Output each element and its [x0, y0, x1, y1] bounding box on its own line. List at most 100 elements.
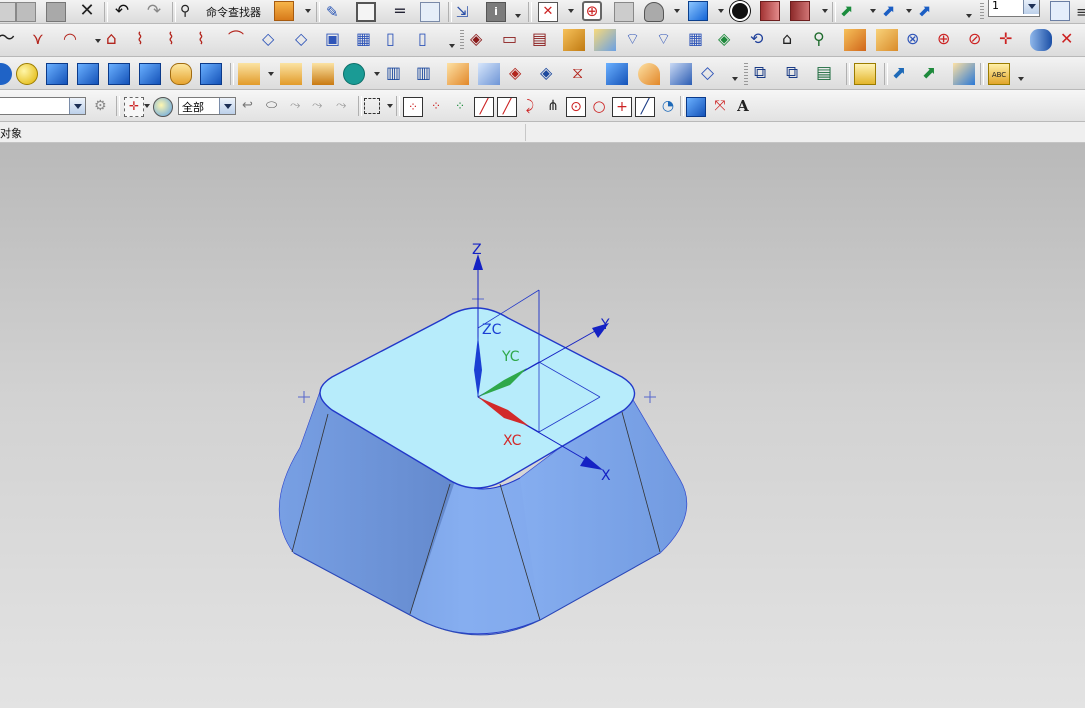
bounding-box-icon[interactable]: ⤧ — [710, 97, 730, 117]
cone-icon[interactable] — [108, 63, 130, 85]
chevron-down-icon[interactable] — [822, 9, 828, 13]
command-finder-label[interactable]: 命令查找器 — [206, 4, 261, 20]
analysis-icon[interactable]: ⬈ — [922, 63, 944, 85]
fit-icon[interactable] — [730, 1, 750, 21]
boss-icon[interactable] — [170, 63, 192, 85]
pocket-icon[interactable] — [200, 63, 222, 85]
mesh-surface-icon[interactable]: ▦ — [688, 29, 710, 51]
cut-icon[interactable] — [46, 2, 66, 22]
mirror-icon[interactable]: ▤ — [816, 63, 838, 85]
axis-icon[interactable]: ✛ — [999, 29, 1021, 51]
swept-icon[interactable] — [594, 29, 616, 51]
surface-icon[interactable]: ◈ — [470, 29, 492, 51]
mid-point-icon[interactable]: ⁘ — [450, 97, 470, 117]
spline-icon[interactable]: 〜 — [0, 29, 19, 51]
text-tool-icon[interactable]: A — [733, 96, 753, 116]
control-point-icon[interactable]: ╱ — [497, 97, 517, 117]
section-curve-icon[interactable]: ▯ — [386, 29, 408, 51]
layer-settings-icon[interactable] — [1050, 1, 1070, 21]
enlarge-icon[interactable]: ⊗ — [906, 29, 928, 51]
orient-view-icon[interactable]: ⬈ — [840, 1, 860, 21]
copy-icon[interactable] — [0, 2, 16, 22]
trim-sheet-icon[interactable]: ⟲ — [750, 29, 772, 51]
offset-surface-icon[interactable] — [844, 29, 866, 51]
command-finder-icon[interactable]: ⚲ — [180, 1, 200, 21]
color-palette-icon[interactable] — [790, 1, 810, 21]
check-geometry-icon[interactable] — [953, 63, 975, 85]
quick-pick-icon[interactable] — [686, 97, 706, 117]
chevron-down-icon[interactable] — [268, 72, 274, 76]
face-blend-icon[interactable]: ◈ — [540, 63, 562, 85]
chevron-down-icon[interactable] — [387, 104, 393, 108]
groove-icon[interactable] — [312, 63, 334, 85]
thicken-body-icon[interactable] — [670, 63, 692, 85]
ruled-icon[interactable]: ⌔ — [625, 29, 647, 51]
patch-icon[interactable]: ⊘ — [968, 29, 990, 51]
layer-combo[interactable]: 1 — [988, 0, 1040, 17]
trim-body-icon[interactable]: ⧖ — [572, 63, 594, 85]
draft-icon[interactable]: ▥ — [386, 63, 408, 85]
emboss-icon[interactable] — [280, 63, 302, 85]
edge-blend-icon[interactable] — [447, 63, 469, 85]
shell-icon[interactable]: ◈ — [509, 63, 531, 85]
chevron-down-icon[interactable] — [674, 9, 680, 13]
chevron-down-icon[interactable] — [906, 9, 912, 13]
thicken-icon[interactable] — [876, 29, 898, 51]
snap-point-icon[interactable]: ⁘ — [403, 97, 423, 117]
point-on-curve-icon[interactable]: ╱ — [635, 97, 655, 117]
existing-point-icon[interactable]: + — [612, 97, 632, 117]
bridge-curve-icon[interactable]: ⌒ — [228, 29, 250, 51]
pan-view-icon[interactable]: ⬈ — [918, 1, 938, 21]
chevron-down-icon[interactable] — [1023, 0, 1039, 14]
type-filter-combo[interactable] — [0, 97, 86, 115]
chevron-down-icon[interactable] — [732, 77, 738, 81]
studio-surface-icon[interactable] — [563, 29, 585, 51]
connected-curves-icon[interactable]: ⤳ — [312, 97, 332, 117]
more-icon[interactable]: ≡ — [1076, 2, 1085, 22]
chevron-down-icon[interactable] — [515, 14, 521, 18]
point-curve-icon[interactable]: ⋎ — [32, 29, 54, 51]
transition-icon[interactable]: ◈ — [718, 29, 740, 51]
measure-icon[interactable]: ⬈ — [892, 63, 914, 85]
cylinder-icon[interactable] — [77, 63, 99, 85]
line-point-icon[interactable]: ╱ — [474, 97, 494, 117]
chevron-down-icon[interactable] — [305, 9, 311, 13]
profile-icon[interactable]: ◠ — [63, 29, 85, 51]
select-all-icon[interactable]: ⬭ — [266, 97, 286, 117]
trim-curve-icon[interactable]: ⌇ — [136, 29, 158, 51]
snap-icon[interactable]: ✕ — [538, 2, 558, 22]
law-extension-icon[interactable]: ⚲ — [813, 29, 835, 51]
delete-icon[interactable]: ✕ — [77, 1, 97, 21]
through-curves-icon[interactable]: ▤ — [532, 29, 554, 51]
wrap-curve-icon[interactable]: ▣ — [325, 29, 347, 51]
edit-object-icon[interactable]: ✎ — [326, 2, 346, 22]
wcs-icon[interactable]: ⇲ — [456, 2, 476, 22]
chevron-down-icon[interactable] — [870, 9, 876, 13]
pad-icon[interactable] — [238, 63, 260, 85]
abc-text-icon[interactable]: ABC — [988, 63, 1010, 85]
tangent-curves-icon[interactable]: ⤳ — [336, 97, 356, 117]
selection-scope-combo[interactable]: 全部 — [178, 97, 236, 115]
offset-curve-icon[interactable]: ⌂ — [106, 29, 128, 51]
boolean-icon[interactable] — [343, 63, 365, 85]
sew-icon[interactable]: ⊕ — [937, 29, 959, 51]
general-selection-icon[interactable]: ✛ — [124, 97, 144, 117]
redo-icon[interactable]: ↷ — [144, 1, 164, 21]
chevron-down-icon[interactable] — [144, 104, 150, 108]
view-icon[interactable] — [614, 2, 634, 22]
info-icon[interactable]: i — [486, 2, 506, 22]
datum-icon[interactable]: ✕ — [1060, 29, 1082, 51]
color-filter-icon[interactable] — [153, 97, 173, 117]
point-on-face-icon[interactable]: ◔ — [658, 97, 678, 117]
center-point-icon[interactable]: ⊙ — [566, 97, 586, 117]
chevron-down-icon[interactable] — [1018, 77, 1024, 81]
extension-icon[interactable]: ⌂ — [782, 29, 804, 51]
quadrant-point-icon[interactable]: ○ — [589, 97, 609, 117]
chevron-down-icon[interactable] — [69, 98, 85, 114]
scale-body-icon[interactable] — [638, 63, 660, 85]
n-sided-icon[interactable]: ⌔ — [656, 29, 678, 51]
end-point-icon[interactable]: ⁘ — [426, 97, 446, 117]
sphere-icon[interactable] — [16, 63, 38, 85]
extract-curve-icon[interactable]: ▯ — [418, 29, 440, 51]
feature-icon[interactable] — [0, 63, 12, 85]
